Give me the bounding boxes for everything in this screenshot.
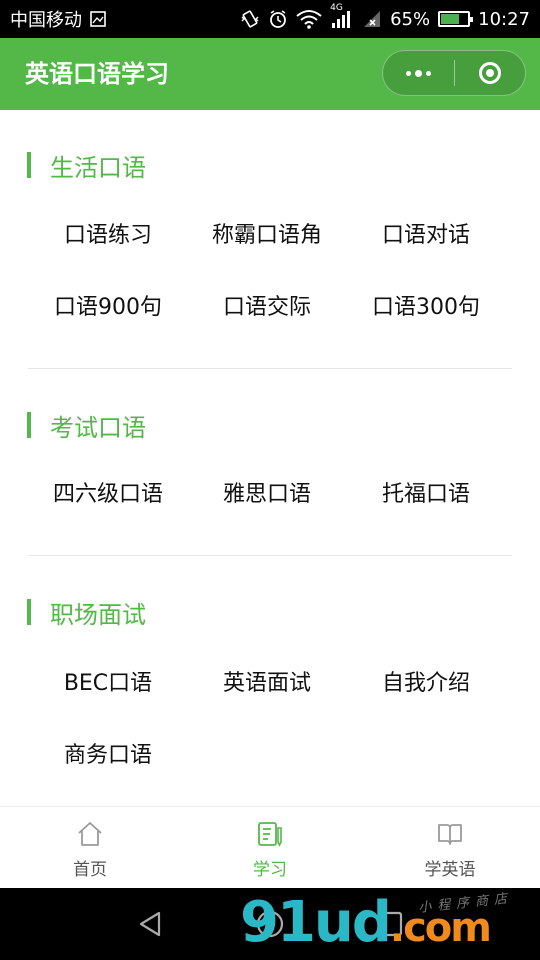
section-accent-bar bbox=[27, 412, 31, 438]
no-sim-signal-icon bbox=[362, 9, 382, 29]
miniprogram-capsule bbox=[382, 50, 526, 96]
more-dots-icon[interactable] bbox=[383, 51, 454, 95]
battery-icon bbox=[438, 11, 474, 27]
tab-label: 学习 bbox=[253, 860, 287, 880]
item-bec-speaking[interactable]: BEC口语 bbox=[28, 664, 188, 704]
cellular-signal-icon: 4G bbox=[330, 3, 354, 29]
section-header: 考试口语 bbox=[27, 411, 146, 442]
tab-study[interactable]: 学习 bbox=[180, 807, 360, 889]
section-workplace-interview: 职场面试 BEC口语 英语面试 自我介绍 商务口语 bbox=[0, 556, 540, 806]
alarm-icon bbox=[268, 9, 288, 29]
item-speaking-practice[interactable]: 口语练习 bbox=[28, 216, 188, 256]
section-header: 生活口语 bbox=[27, 151, 146, 182]
item-900-sentences[interactable]: 口语900句 bbox=[28, 288, 188, 328]
target-circle-icon[interactable] bbox=[455, 51, 525, 95]
section-title: 生活口语 bbox=[50, 153, 146, 182]
open-book-icon bbox=[435, 819, 465, 849]
home-icon bbox=[75, 819, 105, 849]
network-type-label: 4G bbox=[330, 3, 343, 13]
item-toefl-speaking[interactable]: 托福口语 bbox=[346, 475, 506, 515]
tab-learn-english[interactable]: 学英语 bbox=[360, 807, 540, 889]
section-accent-bar bbox=[27, 599, 31, 625]
item-speaking-corner[interactable]: 称霸口语角 bbox=[187, 216, 347, 256]
wifi-icon bbox=[296, 9, 322, 29]
item-communication[interactable]: 口语交际 bbox=[187, 288, 347, 328]
picture-notification-icon bbox=[90, 11, 106, 27]
section-title: 职场面试 bbox=[50, 600, 146, 629]
section-daily-speaking: 生活口语 口语练习 称霸口语角 口语对话 口语900句 口语交际 口语300句 bbox=[0, 110, 540, 368]
carrier-label: 中国移动 bbox=[10, 10, 82, 31]
tab-label: 首页 bbox=[73, 860, 107, 880]
status-bar: 中国移动 4G 65% 10:27 bbox=[0, 0, 540, 38]
item-300-sentences[interactable]: 口语300句 bbox=[346, 288, 506, 328]
status-right: 4G 65% 10:27 bbox=[240, 3, 530, 30]
item-cet-speaking[interactable]: 四六级口语 bbox=[28, 475, 188, 515]
section-title: 考试口语 bbox=[50, 413, 146, 442]
back-triangle-icon[interactable] bbox=[130, 906, 170, 942]
tab-home[interactable]: 首页 bbox=[0, 807, 180, 889]
section-exam-speaking: 考试口语 四六级口语 雅思口语 托福口语 bbox=[0, 369, 540, 555]
vibrate-icon bbox=[240, 9, 260, 29]
battery-percent: 65% bbox=[390, 8, 431, 30]
clock: 10:27 bbox=[478, 8, 530, 30]
recents-square-icon[interactable] bbox=[370, 906, 410, 942]
item-dialogue[interactable]: 口语对话 bbox=[346, 216, 506, 256]
item-ielts-speaking[interactable]: 雅思口语 bbox=[187, 475, 347, 515]
tab-bar: 首页 学习 学英语 bbox=[0, 806, 540, 889]
title-bar: 英语口语学习 bbox=[0, 38, 540, 110]
page-title: 英语口语学习 bbox=[25, 60, 169, 88]
system-nav-bar bbox=[0, 888, 540, 960]
item-business-speaking[interactable]: 商务口语 bbox=[28, 736, 188, 776]
notebook-pen-icon bbox=[255, 819, 285, 849]
status-left: 中国移动 bbox=[10, 6, 106, 32]
section-header: 职场面试 bbox=[27, 598, 146, 629]
home-circle-icon[interactable] bbox=[250, 906, 290, 942]
item-self-introduction[interactable]: 自我介绍 bbox=[346, 664, 506, 704]
section-accent-bar bbox=[27, 152, 31, 178]
item-english-interview[interactable]: 英语面试 bbox=[187, 664, 347, 704]
tab-label: 学英语 bbox=[424, 860, 476, 880]
